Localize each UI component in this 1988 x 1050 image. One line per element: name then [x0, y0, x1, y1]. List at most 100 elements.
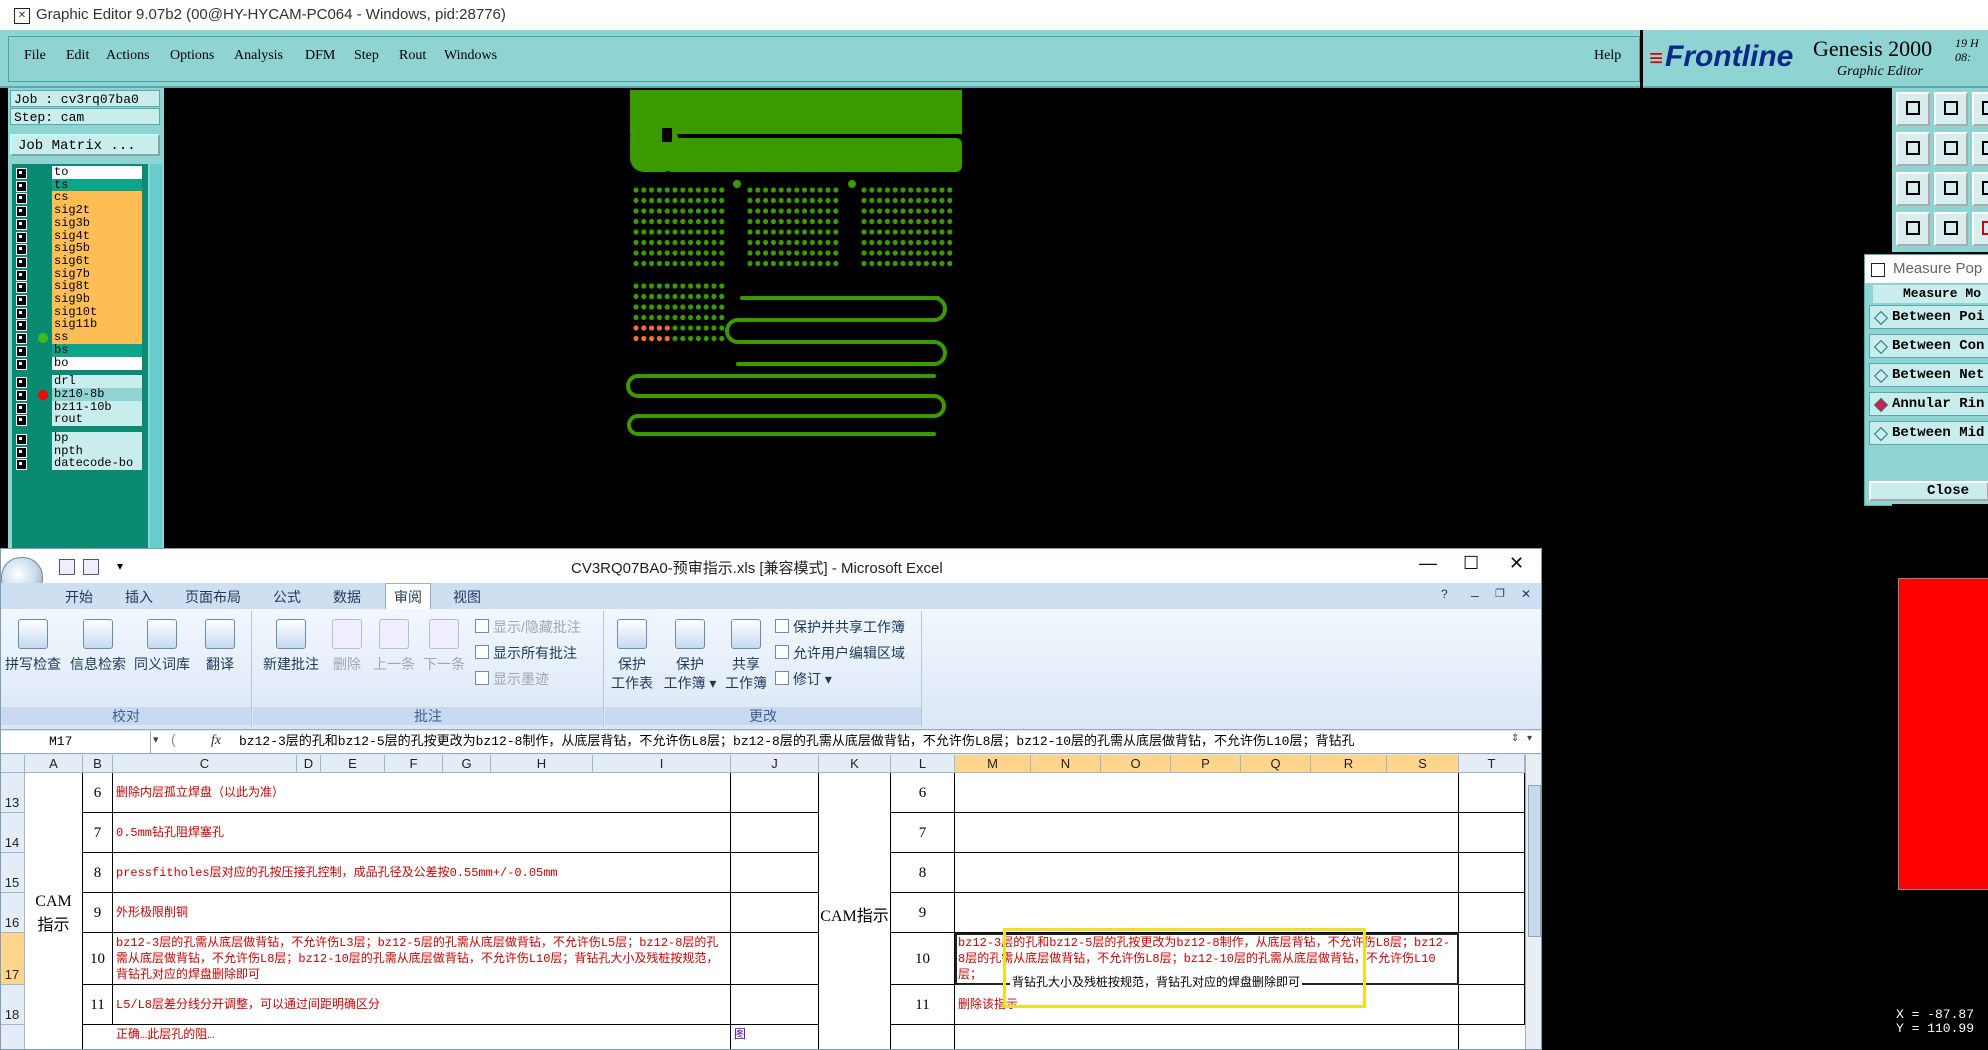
- column-header-G[interactable]: G: [443, 755, 491, 773]
- row-number-cell[interactable]: 11: [83, 985, 113, 1025]
- track-changes-button[interactable]: 修订 ▾: [775, 669, 832, 689]
- row-number-cell[interactable]: 6: [891, 773, 955, 813]
- layer-checkbox-icon[interactable]: [16, 256, 27, 268]
- select-all-corner[interactable]: [1, 755, 25, 773]
- layer-checkbox-icon[interactable]: [16, 168, 27, 179]
- row-number-cell[interactable]: 11: [891, 985, 955, 1025]
- column-header-Q[interactable]: Q: [1241, 755, 1311, 773]
- row-header[interactable]: 13: [1, 773, 25, 813]
- empty-cell[interactable]: [1459, 985, 1525, 1025]
- menu-help[interactable]: Help: [1594, 48, 1621, 64]
- row-header[interactable]: 17: [1, 933, 25, 985]
- maximize-icon[interactable]: ☐: [1463, 553, 1479, 574]
- translate-button[interactable]: 翻译: [197, 619, 243, 674]
- protect-share-workbook-button[interactable]: 保护并共享工作簿: [775, 617, 905, 637]
- empty-cell[interactable]: [731, 773, 819, 813]
- overview-panel[interactable]: X = -87.87 Y = 110.99: [1892, 504, 1988, 1048]
- menu-windows[interactable]: Windows: [444, 48, 497, 64]
- tab-page-layout[interactable]: 页面布局: [185, 587, 241, 607]
- tab-review[interactable]: 审阅: [394, 587, 422, 607]
- empty-cell[interactable]: [1459, 773, 1525, 813]
- layer-checkbox-icon[interactable]: [16, 206, 27, 218]
- layer-checkbox-icon[interactable]: [16, 231, 27, 243]
- layer-checkbox-icon[interactable]: [16, 446, 27, 458]
- layer-checkbox-icon[interactable]: [16, 295, 27, 306]
- tab-insert[interactable]: 插入: [125, 587, 153, 607]
- job-matrix-button[interactable]: Job Matrix ...: [10, 134, 160, 156]
- column-header-S[interactable]: S: [1387, 755, 1459, 773]
- instruction-cell[interactable]: L5/L8层差分线分开调整，可以通过间距明确区分: [113, 985, 731, 1025]
- new-comment-button[interactable]: 新建批注: [257, 619, 325, 674]
- measure-option-annular-ring[interactable]: Annular Rin: [1869, 392, 1988, 416]
- menu-file[interactable]: File: [24, 48, 46, 64]
- measure-close-button[interactable]: Close: [1869, 481, 1988, 501]
- share-workbook-button[interactable]: 共享 工作簿: [721, 619, 771, 693]
- toolbar-up-icon[interactable]: [1896, 92, 1930, 126]
- empty-cell[interactable]: [955, 1025, 1459, 1049]
- snap-icon[interactable]: [1972, 212, 1988, 246]
- insert-function-icon[interactable]: fx: [211, 733, 221, 749]
- response-cell[interactable]: [955, 773, 1459, 813]
- show-ink-button[interactable]: 显示墨迹: [475, 669, 549, 689]
- empty-cell[interactable]: [731, 985, 819, 1025]
- empty-cell[interactable]: [731, 933, 819, 985]
- row-header[interactable]: 15: [1, 853, 25, 893]
- layer-row-datecode-bo[interactable]: datecode-bo: [12, 457, 148, 471]
- column-header-C[interactable]: C: [113, 755, 297, 773]
- qat-dropdown-icon[interactable]: ▾: [117, 559, 131, 573]
- empty-cell[interactable]: [1459, 893, 1525, 933]
- tab-view[interactable]: 视图: [453, 587, 481, 607]
- layer-checkbox-icon[interactable]: [16, 244, 27, 256]
- empty-cell[interactable]: [1459, 813, 1525, 853]
- show-hide-comment-button[interactable]: 显示/隐藏批注: [475, 617, 581, 637]
- toolbar-extra-icon[interactable]: [1972, 132, 1988, 166]
- row-header[interactable]: 14: [1, 813, 25, 853]
- layer-checkbox-icon[interactable]: [16, 307, 27, 319]
- close-icon[interactable]: ✕: [1509, 553, 1524, 574]
- layer-checkbox-icon[interactable]: [16, 402, 27, 414]
- layer-checkbox-icon[interactable]: [16, 282, 27, 294]
- column-header-K[interactable]: K: [819, 755, 891, 773]
- help-icon[interactable]: ?: [1441, 587, 1448, 601]
- empty-cell[interactable]: [891, 1025, 955, 1049]
- row-header[interactable]: 18: [1, 985, 25, 1025]
- empty-cell[interactable]: [1459, 853, 1525, 893]
- instruction-cell[interactable]: 外形极限削铜: [113, 893, 731, 933]
- row-header[interactable]: 16: [1, 893, 25, 933]
- menu-step[interactable]: Step: [354, 48, 379, 64]
- row-number-cell[interactable]: 8: [83, 853, 113, 893]
- row-number-cell[interactable]: 9: [891, 893, 955, 933]
- instruction-cell[interactable]: 0.5mm钻孔阻焊塞孔: [113, 813, 731, 853]
- toolbar-left-icon[interactable]: [1896, 132, 1930, 166]
- row-number-cell[interactable]: 10: [891, 933, 955, 985]
- row-number-cell[interactable]: 7: [83, 813, 113, 853]
- ribbon-close-icon[interactable]: ✕: [1521, 587, 1531, 601]
- column-header-D[interactable]: D: [297, 755, 321, 773]
- empty-cell[interactable]: [731, 813, 819, 853]
- column-header-J[interactable]: J: [731, 755, 819, 773]
- layer-checkbox-icon[interactable]: [16, 415, 27, 427]
- measure-option-between-points[interactable]: Between Poi: [1869, 305, 1988, 329]
- instruction-cell[interactable]: 删除内层孤立焊盘（以此为准）: [113, 773, 731, 813]
- response-cell[interactable]: [955, 813, 1459, 853]
- column-header-M[interactable]: M: [955, 755, 1031, 773]
- name-box-dropdown-icon[interactable]: ▾: [153, 733, 159, 746]
- column-header-T[interactable]: T: [1459, 755, 1525, 773]
- vertical-scrollbar[interactable]: [1525, 755, 1541, 1049]
- toolbar-more-icon[interactable]: [1972, 92, 1988, 126]
- new-icon[interactable]: [83, 559, 99, 575]
- ribbon-restore-icon[interactable]: ❐: [1495, 587, 1505, 600]
- hand-tool-icon[interactable]: [1896, 212, 1930, 246]
- layer-checkbox-icon[interactable]: [16, 333, 27, 345]
- column-header-A[interactable]: A: [25, 755, 83, 773]
- empty-cell[interactable]: [731, 853, 819, 893]
- save-icon[interactable]: [59, 559, 75, 575]
- zoom-fit-icon[interactable]: [1896, 172, 1930, 206]
- column-header-H[interactable]: H: [491, 755, 593, 773]
- row-number-cell[interactable]: 8: [891, 853, 955, 893]
- toolbar-right-icon[interactable]: [1934, 132, 1968, 166]
- row-number-cell[interactable]: 9: [83, 893, 113, 933]
- merged-cell-cam-instruction-right[interactable]: CAM指示: [819, 773, 891, 1049]
- column-header-E[interactable]: E: [321, 755, 385, 773]
- graphic-canvas[interactable]: [164, 88, 1892, 548]
